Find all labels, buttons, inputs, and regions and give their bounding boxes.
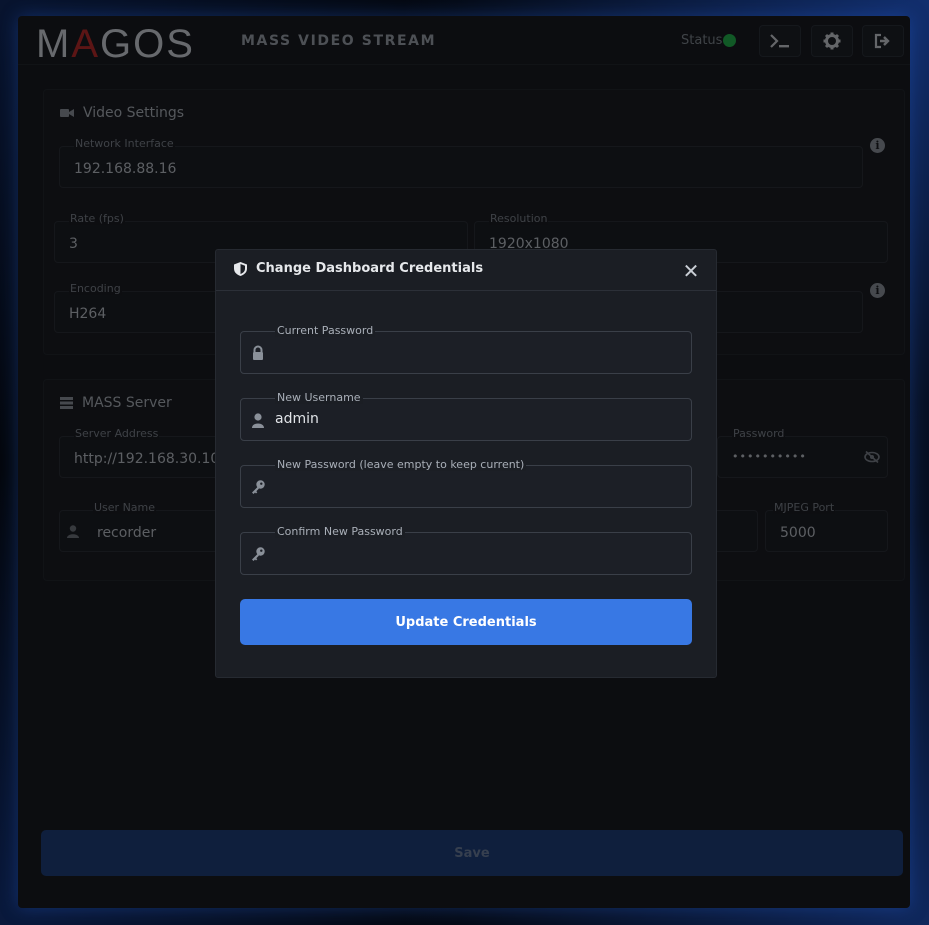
lock-icon <box>253 345 263 360</box>
close-icon[interactable]: ✕ <box>682 261 700 281</box>
key-icon <box>252 480 265 494</box>
current-password-input[interactable] <box>275 342 675 362</box>
modal-header: Change Dashboard Credentials ✕ <box>216 250 716 291</box>
new-username-field: New Username <box>240 391 692 441</box>
confirm-password-field: Confirm New Password <box>240 525 692 575</box>
change-credentials-modal: Change Dashboard Credentials ✕ Current P… <box>215 249 717 678</box>
shield-icon <box>234 261 247 276</box>
update-credentials-button[interactable]: Update Credentials <box>240 599 692 645</box>
new-password-field: New Password (leave empty to keep curren… <box>240 458 692 508</box>
new-username-input[interactable] <box>275 409 675 429</box>
current-password-field: Current Password <box>240 324 692 374</box>
confirm-password-input[interactable] <box>275 543 675 563</box>
key-icon <box>252 547 265 561</box>
modal-title: Change Dashboard Credentials <box>234 261 483 276</box>
new-password-input[interactable] <box>275 476 675 496</box>
user-icon <box>252 413 264 428</box>
